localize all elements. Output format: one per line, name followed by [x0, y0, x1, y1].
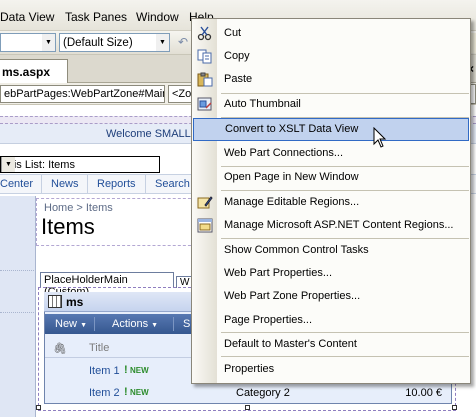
- nav-center[interactable]: Center: [0, 178, 33, 190]
- context-menu: Cut Copy Paste Auto Thumbnail Convert to…: [191, 18, 471, 384]
- menu-task-panes[interactable]: Task Panes: [65, 10, 127, 24]
- page-breadcrumb[interactable]: Home > Items: [44, 202, 113, 214]
- settings-menu-button[interactable]: S: [183, 318, 190, 330]
- menu-item-properties[interactable]: Properties: [192, 358, 470, 381]
- placeholder-tab[interactable]: PlaceHolderMain (Custom): [40, 272, 174, 298]
- menu-item-label: Web Part Zone Properties...: [224, 290, 361, 302]
- menu-item-manage-editable-regions[interactable]: Manage Editable Regions...: [192, 191, 470, 214]
- chevron-down-icon[interactable]: ▼: [156, 34, 169, 51]
- list-icon: [48, 295, 62, 308]
- scissors-icon: [197, 26, 213, 41]
- actions-menu-button[interactable]: Actions ▼: [112, 318, 158, 330]
- menu-data-view[interactable]: Data View: [0, 10, 54, 24]
- toolbar-divider: [94, 317, 95, 331]
- nav-divider: [41, 175, 42, 194]
- menu-window[interactable]: Window: [136, 10, 179, 24]
- menu-item-convert-xslt[interactable]: Convert to XSLT Data View: [193, 118, 469, 141]
- item-amount: 10.00 €: [405, 387, 442, 399]
- page-title: Items: [41, 214, 95, 239]
- menu-item-label: Properties: [224, 363, 275, 375]
- menu-item-webpart-connections[interactable]: Web Part Connections...: [192, 142, 470, 165]
- item-title-link[interactable]: Item 2: [89, 387, 120, 399]
- menu-item-label: Web Part Properties...: [224, 267, 333, 279]
- nav-reports[interactable]: Reports: [97, 178, 136, 190]
- webpart-title: ms: [66, 295, 84, 309]
- new-menu-label: New: [55, 318, 78, 330]
- welcome-text: Welcome SMALLB: [106, 128, 199, 140]
- menu-item-label: Convert to XSLT Data View: [225, 123, 359, 135]
- font-size-combo[interactable]: (Default Size) ▼: [59, 33, 170, 52]
- menu-item-auto-thumbnail[interactable]: Auto Thumbnail: [192, 93, 470, 116]
- copy-icon: [197, 49, 213, 64]
- nav-search[interactable]: Search: [155, 178, 190, 190]
- item-title-link[interactable]: Item 1: [89, 365, 120, 377]
- item-category: Category 2: [236, 387, 290, 399]
- menu-item-label: Page Properties...: [224, 314, 313, 326]
- menu-item-webpart-properties[interactable]: Web Part Properties...: [192, 262, 470, 285]
- toolbar-divider: [173, 317, 174, 331]
- mouse-cursor-icon: [373, 126, 389, 149]
- menu-item-label: Open Page in New Window: [224, 171, 359, 183]
- chevron-down-icon: ▼: [151, 322, 159, 329]
- divider: [0, 270, 36, 271]
- new-badge: NEW: [130, 366, 149, 375]
- document-tab-label: ms.aspx: [2, 65, 51, 79]
- menu-item-copy[interactable]: Copy: [192, 45, 470, 68]
- menu-item-label: Web Part Connections...: [224, 147, 344, 159]
- table-row: Item 2 ! NEW Category 2 10.00 €: [45, 382, 452, 404]
- nav-divider: [145, 175, 146, 194]
- menu-item-label: Manage Microsoft ASP.NET Content Regions…: [224, 219, 454, 231]
- style-combo[interactable]: ▼: [0, 33, 56, 52]
- menu-item-label: Auto Thumbnail: [224, 98, 301, 110]
- paste-icon: [197, 72, 213, 87]
- new-badge: NEW: [130, 388, 149, 397]
- menu-item-manage-content-regions[interactable]: Manage Microsoft ASP.NET Content Regions…: [192, 214, 470, 237]
- menu-item-page-properties[interactable]: Page Properties...: [192, 309, 470, 332]
- menu-item-webpart-zone-properties[interactable]: Web Part Zone Properties...: [192, 285, 470, 308]
- menu-item-paste[interactable]: Paste: [192, 68, 470, 91]
- menu-item-cut[interactable]: Cut: [192, 22, 470, 45]
- webpart-header[interactable]: ms: [44, 292, 192, 312]
- attachment-icon: 🖇: [53, 343, 67, 355]
- content-regions-icon: [197, 218, 213, 233]
- menu-item-label: Copy: [224, 50, 250, 62]
- resize-handle[interactable]: [245, 405, 250, 410]
- nav-divider: [87, 175, 88, 194]
- menu-item-label: Paste: [224, 73, 253, 85]
- webpart-toolbar: New ▼ Actions ▼ S: [45, 314, 192, 334]
- quick-launch-panel: [0, 196, 36, 417]
- editable-regions-icon: [197, 195, 213, 210]
- tag-webpartzone[interactable]: ebPartPages:WebPartZone#Main>: [0, 85, 165, 103]
- search-scope-select[interactable]: This List: Items ▼: [0, 156, 160, 173]
- menu-item-label: Manage Editable Regions...: [224, 196, 360, 208]
- nav-news[interactable]: News: [51, 178, 79, 190]
- divider: [0, 312, 36, 313]
- column-header-title[interactable]: Title: [89, 342, 109, 354]
- chevron-down-icon: ▼: [80, 322, 88, 329]
- menu-item-open-new-window[interactable]: Open Page in New Window: [192, 166, 470, 189]
- resize-handle[interactable]: [36, 405, 41, 410]
- actions-menu-label: Actions: [112, 318, 149, 330]
- resize-handle[interactable]: [452, 405, 457, 410]
- new-menu-button[interactable]: New ▼: [55, 318, 87, 330]
- menu-item-default-master-content[interactable]: Default to Master's Content: [192, 333, 470, 356]
- new-item-icon: !: [124, 364, 128, 376]
- font-size-value: (Default Size): [63, 37, 133, 49]
- menu-item-common-control-tasks[interactable]: Show Common Control Tasks: [192, 239, 470, 262]
- thumbnail-icon: [197, 97, 213, 112]
- list-header-row: 🖇 Title: [45, 338, 192, 358]
- new-item-icon: !: [124, 386, 128, 398]
- menu-item-label: Cut: [224, 27, 242, 39]
- document-tab[interactable]: ms.aspx: [0, 59, 68, 83]
- chevron-down-icon[interactable]: ▼: [1, 157, 15, 172]
- menu-item-label: Show Common Control Tasks: [224, 244, 369, 256]
- chevron-down-icon[interactable]: ▼: [42, 34, 55, 51]
- undo-icon[interactable]: ↶: [178, 35, 188, 49]
- menu-separator: [221, 356, 469, 357]
- menu-item-label: Default to Master's Content: [224, 338, 357, 350]
